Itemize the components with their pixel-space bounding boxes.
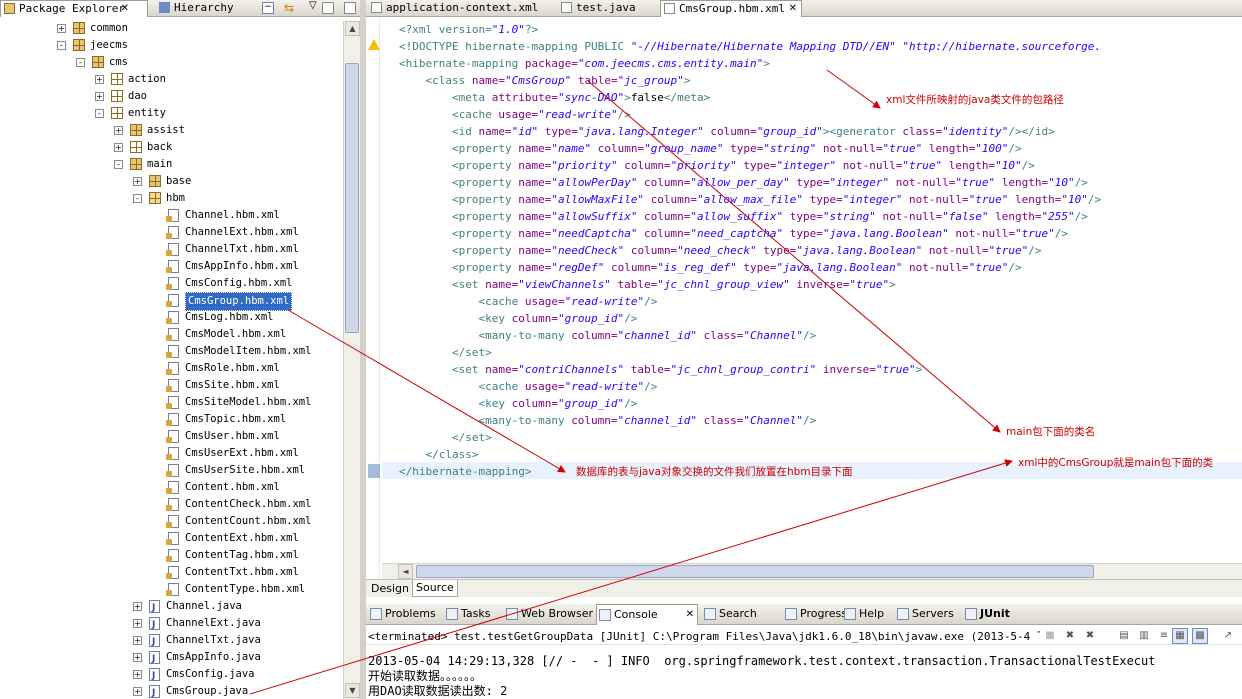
annotation-hbm-note: 数据库的表与java对象交换的文件我们放置在hbm目录下面 [576, 466, 853, 478]
annotation-main-class: main包下面的类名 [1006, 426, 1096, 438]
annotation-package-path: xml文件所映射的java类文件的包路径 [886, 94, 1064, 106]
annotation-cmsgroup-note: xml中的CmsGroup就是main包下面的类 [1018, 457, 1214, 469]
arrow-cmsgroup-java [249, 459, 1013, 695]
arrow-main-class [587, 80, 1001, 433]
arrow-package-path [826, 69, 881, 109]
arrow-hbm-folder [287, 309, 566, 473]
